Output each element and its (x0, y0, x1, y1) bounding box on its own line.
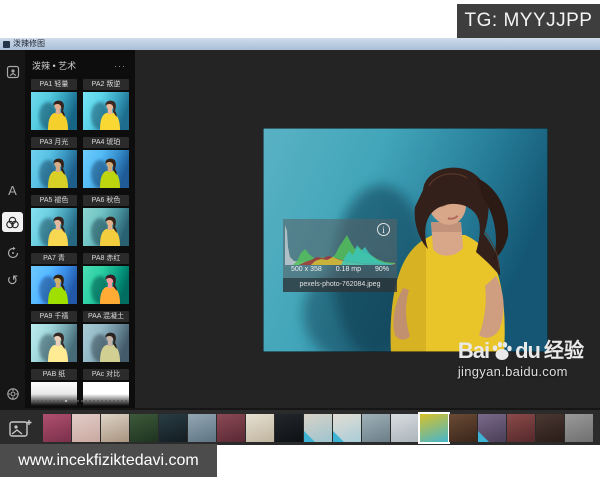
site-watermark: www.incekfiziktedavi.com (0, 444, 217, 477)
thumbnail-corner-flag (333, 431, 344, 442)
filter-thumbnail[interactable] (31, 150, 77, 188)
filter-panel: 泼辣 • 艺术 ··· PA1 轻量 PA2 叛逆 PA3 月光 PA4 琥珀 PA5 … (25, 50, 135, 408)
settings-icon[interactable] (2, 384, 23, 404)
filter-label: PA7 青 (31, 253, 77, 264)
baidu-url: jingyan.baidu.com (458, 364, 584, 379)
filter-card[interactable]: PA4 琥珀 (83, 137, 129, 188)
photo-library-icon[interactable] (2, 62, 23, 82)
text-tool-icon[interactable]: A (2, 180, 23, 200)
undo-icon[interactable]: ↺ (2, 270, 23, 290)
info-icon[interactable]: i (377, 223, 390, 236)
filter-card[interactable]: PA1 轻量 (31, 79, 77, 130)
filter-label: PAA 混凝土 (83, 311, 129, 322)
filter-label: PA5 褪色 (31, 195, 77, 206)
filter-label: PA4 琥珀 (83, 137, 129, 148)
filter-label: PA8 赤红 (83, 253, 129, 264)
photo-dimensions: 500 x 358 (291, 266, 322, 273)
filmstrip-thumbnail[interactable] (507, 414, 535, 442)
tool-rail: A ↺ (0, 50, 25, 408)
filter-thumbnail[interactable] (83, 208, 129, 246)
filmstrip-thumbnail[interactable] (536, 414, 564, 442)
app-icon (3, 41, 10, 48)
filmstrip-thumbnail[interactable] (159, 414, 187, 442)
filter-thumbnail[interactable] (31, 92, 77, 130)
page: TG: MYYJJPP www.incekfiziktedavi.com 泼辣修… (0, 0, 600, 480)
filmstrip-thumbnail[interactable] (449, 414, 477, 442)
filmstrip-thumbnail[interactable] (217, 414, 245, 442)
filmstrip-thumbnail[interactable] (478, 414, 506, 442)
filmstrip-thumbnail[interactable] (362, 414, 390, 442)
filter-card[interactable]: PA7 青 (31, 253, 77, 304)
filmstrip-thumbnail[interactable] (188, 414, 216, 442)
app-window: 泼辣修图 A ↺ (0, 38, 600, 445)
filter-label: PAB 纸 (31, 369, 77, 380)
window-titlebar: 泼辣修图 (0, 38, 600, 50)
filter-menu-button[interactable]: ··· (114, 64, 126, 68)
filter-thumbnail[interactable] (83, 150, 129, 188)
baidu-logo-bai: Bai (458, 340, 489, 362)
filter-label: PA2 叛逆 (83, 79, 129, 90)
baidu-paw-icon (491, 340, 513, 362)
filter-thumbnail[interactable] (31, 266, 77, 304)
baidu-logo-du: du (515, 340, 540, 362)
filmstrip-thumbnail[interactable] (304, 414, 332, 442)
filmstrip-thumbnail[interactable] (275, 414, 303, 442)
filter-label: PA6 秋色 (83, 195, 129, 206)
photo-quality: 90% (375, 266, 389, 273)
filter-pagination-dots[interactable] (25, 400, 135, 402)
history-icon[interactable] (2, 243, 23, 263)
filmstrip-thumbnail[interactable] (130, 414, 158, 442)
filmstrip (0, 408, 600, 445)
filter-card[interactable]: PA3 月光 (31, 137, 77, 188)
photo-megapixels: 0.18 mp (336, 266, 361, 273)
filter-thumbnail[interactable] (83, 324, 129, 362)
filmstrip-thumbnail[interactable] (565, 414, 593, 442)
filter-thumbnail[interactable] (83, 266, 129, 304)
photo-info-overlay[interactable]: i 500 x 358 0.18 mp 90% pexels-photo-762… (283, 219, 397, 292)
filmstrip-thumbnails (43, 414, 593, 442)
filmstrip-thumbnail[interactable] (43, 414, 71, 442)
filter-thumbnail[interactable] (31, 208, 77, 246)
thumbnail-corner-flag (478, 431, 489, 442)
filter-card[interactable]: PA5 褪色 (31, 195, 77, 246)
photo-filename: pexels-photo-762084.jpeg (283, 278, 397, 292)
filmstrip-thumbnail[interactable] (391, 414, 419, 442)
filter-card[interactable]: PA8 赤红 (83, 253, 129, 304)
filter-grid: PA1 轻量 PA2 叛逆 PA3 月光 PA4 琥珀 PA5 褪色 PA6 秋色 PA7 … (25, 79, 135, 408)
filter-card[interactable]: PAA 混凝土 (83, 311, 129, 362)
filter-label: PA3 月光 (31, 137, 77, 148)
thumbnail-corner-flag (304, 431, 315, 442)
filter-label: PAc 对比 (83, 369, 129, 380)
baidu-jingyan-logo: Bai du 经验 jingyan.baidu.com (458, 340, 584, 379)
filter-card[interactable]: PA9 千禧 (31, 311, 77, 362)
filter-label: PA9 千禧 (31, 311, 77, 322)
filter-card[interactable]: PA6 秋色 (83, 195, 129, 246)
import-photo-icon[interactable] (8, 418, 32, 438)
filmstrip-thumbnail[interactable] (246, 414, 274, 442)
filter-collection-title: 泼辣 • 艺术 (32, 59, 76, 72)
filmstrip-thumbnail[interactable] (72, 414, 100, 442)
filmstrip-thumbnail[interactable] (101, 414, 129, 442)
filter-thumbnail[interactable] (31, 324, 77, 362)
tg-watermark: TG: MYYJJPP (457, 4, 600, 38)
filmstrip-thumbnail[interactable] (333, 414, 361, 442)
window-title: 泼辣修图 (13, 40, 45, 48)
baidu-brand: 经验 (544, 341, 584, 362)
filter-card[interactable]: PA2 叛逆 (83, 79, 129, 130)
filmstrip-thumbnail-selected[interactable] (420, 414, 448, 442)
filter-label: PA1 轻量 (31, 79, 77, 90)
filters-icon[interactable] (2, 212, 23, 232)
filter-thumbnail[interactable] (83, 92, 129, 130)
